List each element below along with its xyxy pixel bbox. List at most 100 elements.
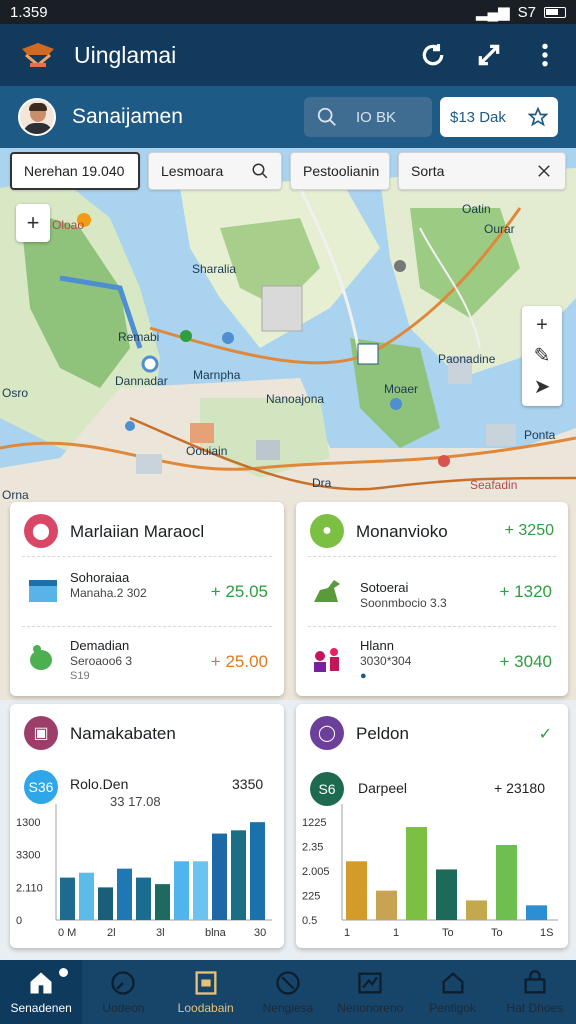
- map-tools: + ✎ ➤: [522, 306, 562, 406]
- row-subtitle: Soonmbocio 3.3: [360, 596, 447, 610]
- more-icon[interactable]: [532, 42, 558, 68]
- map-label: Oatin: [462, 202, 491, 216]
- y-tick-label: 0: [16, 915, 22, 927]
- card-peldon[interactable]: ◯ Peldon ✓ S6 Darpeel + 23180 1225 2.35 2.…: [296, 704, 568, 948]
- y-tick-label: 2.110: [16, 882, 43, 894]
- divider: [22, 626, 272, 627]
- search-icon: [252, 163, 268, 179]
- star-icon: [528, 107, 548, 127]
- bar: [346, 861, 367, 920]
- nav-label: Senadenen: [10, 1001, 72, 1015]
- calendar-icon: [29, 580, 57, 602]
- bar: [466, 900, 487, 920]
- edit-icon[interactable]: ✎: [534, 346, 551, 366]
- map-label: Oloao: [52, 218, 85, 232]
- map-label: Oouiain: [186, 444, 228, 458]
- bar: [376, 890, 397, 920]
- chip-label: Lesmoara: [161, 163, 224, 179]
- zoom-control[interactable]: +: [16, 204, 50, 242]
- row-value: + 25.05: [210, 582, 268, 601]
- avatar[interactable]: [18, 98, 56, 136]
- bar: [436, 869, 457, 920]
- x-tick-label: 0 M: [58, 927, 76, 939]
- bar: [79, 872, 94, 920]
- nav-senadenen[interactable]: Senadenen: [0, 960, 83, 1024]
- nav-uodeon[interactable]: Uodeon: [82, 960, 164, 1024]
- filter-chips: Nerehan 19.040 Lesmoara Pestoolianin Sor…: [10, 152, 566, 190]
- nav-loodabain[interactable]: Loodabain: [165, 960, 247, 1024]
- map-label: Dra: [312, 476, 332, 490]
- card-title: Marlaiian Maraocl: [70, 522, 205, 541]
- status-signal: S7: [517, 3, 536, 21]
- user-name: Sanaijamen: [72, 105, 183, 128]
- x-tick-label: blna: [205, 927, 227, 939]
- gauge-icon: [111, 971, 136, 995]
- user-bar: Sanaijamen IO BK $13 Dak: [0, 86, 576, 148]
- nav-nengiesa[interactable]: Nengiesa: [247, 960, 329, 1024]
- card-value: + 3250: [504, 522, 554, 539]
- map-label: Dannadar: [115, 374, 168, 388]
- chip-nerehan[interactable]: Nerehan 19.040: [10, 152, 140, 190]
- refresh-icon[interactable]: [420, 42, 446, 68]
- close-icon[interactable]: [535, 162, 553, 180]
- map-label: Moaer: [384, 382, 419, 396]
- locate-icon[interactable]: ➤: [534, 377, 551, 397]
- card-namakabaten[interactable]: ▣ Namakabaten S36 Rolo.Den 33 17.08 3350…: [10, 704, 284, 948]
- row-title: Hlann: [360, 638, 394, 653]
- y-tick-label: 0.5: [302, 915, 317, 927]
- x-tick-label: 1: [393, 927, 399, 939]
- chip-label: Nerehan 19.040: [24, 163, 125, 179]
- map-label: Osro: [2, 386, 29, 400]
- bar: [250, 822, 265, 920]
- chip-sorta[interactable]: Sorta: [398, 152, 566, 190]
- y-tick-label: 2.005: [302, 866, 330, 878]
- bar: [98, 887, 113, 920]
- nav-label: Uodeon: [102, 1001, 145, 1015]
- house-icon: [442, 972, 464, 994]
- nav-pentigok[interactable]: Pentigok: [411, 960, 493, 1024]
- y-tick-label: 3300: [16, 850, 40, 862]
- nav-label: Hat Dhoes: [506, 1001, 564, 1015]
- nav-label: Nenonoreno: [337, 1001, 404, 1015]
- app-title: Uinglamai: [74, 41, 177, 68]
- divider: [308, 626, 556, 627]
- nav-hat-dhoes[interactable]: Hat Dhoes: [494, 960, 576, 1024]
- app-logo: [22, 43, 54, 67]
- map-label: Remabi: [118, 330, 160, 344]
- row-subtitle: 3030*304: [360, 654, 412, 668]
- bar: [174, 861, 189, 920]
- search-text: IO BK: [356, 108, 397, 126]
- bar: [406, 827, 427, 920]
- search-icon: [317, 107, 336, 126]
- card-marketing[interactable]: ⬤ Marlaiian Maraocl Sohoraiaa Manaha.2 3…: [10, 502, 284, 696]
- y-tick-label: 1225: [302, 817, 326, 829]
- zoom-in-icon[interactable]: +: [27, 210, 40, 236]
- row-title: Demadian: [70, 638, 130, 653]
- balance-button[interactable]: $13 Dak: [440, 97, 558, 137]
- nav-nenonoreno[interactable]: Nenonoreno: [329, 960, 411, 1024]
- chip-lesmoara[interactable]: Lesmoara: [148, 152, 282, 190]
- map-label: Sharalia: [192, 262, 237, 276]
- bar-chart: 1225 2.35 2.005 225 0.5 1 1 To To 1S: [302, 804, 558, 939]
- x-tick-label: To: [442, 927, 454, 939]
- chip-label: Pestoolianin: [303, 163, 380, 179]
- map-label: Marnpha: [193, 368, 241, 382]
- search-input[interactable]: IO BK: [304, 97, 432, 137]
- zoom-in-icon[interactable]: +: [536, 315, 548, 335]
- chip-pestoolianin[interactable]: Pestoolianin: [290, 152, 390, 190]
- y-tick-label: 2.35: [302, 842, 323, 854]
- expand-icon[interactable]: [476, 42, 502, 68]
- card-monitor[interactable]: ● Monanvioko + 3250 Sotoerai Soonmbocio …: [296, 502, 568, 696]
- x-tick-label: To: [491, 927, 503, 939]
- chip-label: Sorta: [411, 163, 445, 179]
- row-subtitle: Manaha.2 302: [70, 586, 147, 600]
- bar: [155, 884, 170, 920]
- battery-icon: [544, 6, 566, 18]
- bar: [526, 905, 547, 920]
- divider: [22, 556, 272, 557]
- creature-icon: [30, 645, 52, 670]
- row-title: Sohoraiaa: [70, 570, 130, 585]
- bar: [193, 861, 208, 920]
- bar: [212, 833, 227, 920]
- row-value: + 1320: [499, 582, 552, 601]
